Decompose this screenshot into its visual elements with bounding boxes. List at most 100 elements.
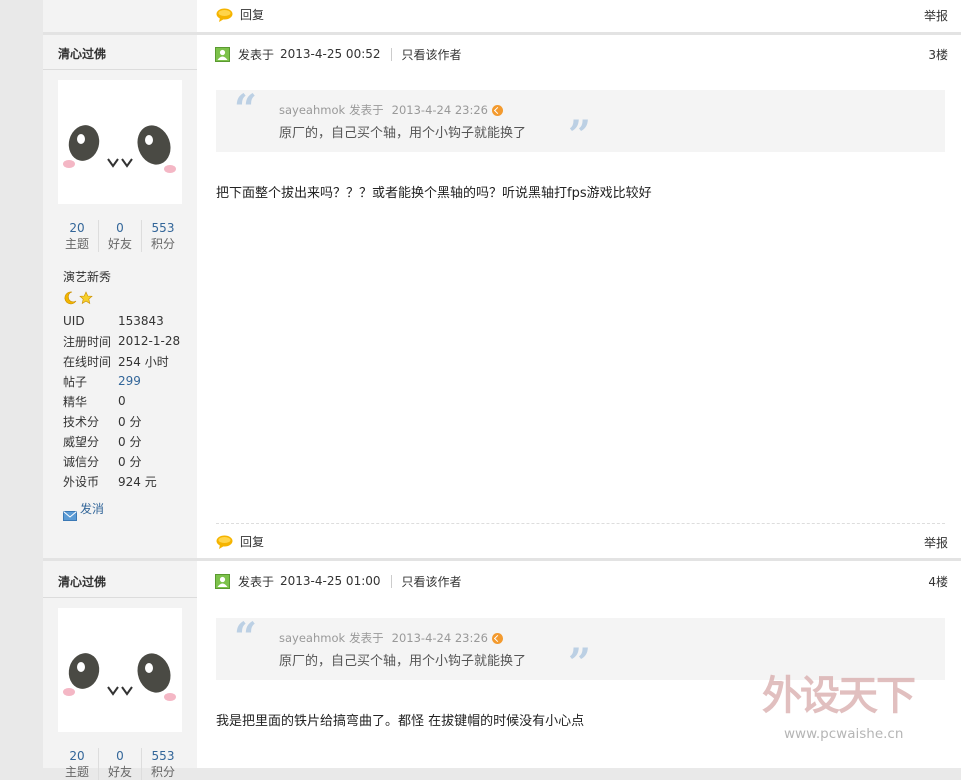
- author-name[interactable]: 清心过佛: [58, 45, 106, 62]
- stat-friends[interactable]: 0 好友: [98, 748, 141, 780]
- post-body: 我是把里面的铁片给搞弯曲了。都怪 在拔键帽的时候没有小心点: [216, 714, 585, 729]
- stat-topics-label: 主题: [64, 765, 89, 779]
- posted-label: 发表于: [238, 47, 275, 62]
- envelope-icon: [63, 511, 77, 521]
- stat-points[interactable]: 553 积分: [141, 220, 184, 252]
- info-posts-link[interactable]: 299: [118, 374, 141, 388]
- quote-meta: sayeahmok 发表于 2013-4-24 23:26: [279, 630, 503, 646]
- header-divider: [390, 47, 392, 61]
- author-divider: [43, 69, 197, 70]
- avatar-face-icon: [63, 125, 176, 173]
- info-credit: 诚信分 0 分: [63, 451, 188, 471]
- info-coins: 外设币 924 元: [63, 471, 188, 491]
- rank-icons: [63, 291, 93, 305]
- watermark-logo-text: 外设天下: [762, 673, 916, 719]
- post-header: 发表于 2013-4-25 01:00 只看该作者 4楼: [215, 570, 948, 592]
- info-digest: 精华 0: [63, 391, 188, 411]
- info-key: 帖子: [63, 374, 88, 389]
- report-button[interactable]: 举报: [924, 7, 948, 24]
- avatar[interactable]: [58, 608, 182, 732]
- user-rank: 演艺新秀: [63, 270, 112, 284]
- site-watermark: 外设天下 www.pcwaishe.cn: [762, 672, 947, 752]
- post-content: 发表于 2013-4-25 00:52 只看该作者 3楼 “ sayeahmok…: [197, 35, 961, 558]
- author-stats: 20 主题 0 好友 553 积分: [56, 220, 184, 252]
- author-name[interactable]: 清心过佛: [58, 573, 106, 590]
- stat-friends-label: 好友: [107, 765, 132, 779]
- report-button[interactable]: 举报: [924, 534, 948, 551]
- stat-friends-count: 0: [116, 221, 124, 235]
- open-quote-icon: “: [234, 614, 258, 661]
- send-message-label: 发消: [80, 502, 105, 516]
- stat-topics[interactable]: 20 主题: [56, 220, 98, 252]
- moon-icon: [64, 291, 77, 305]
- info-key: 外设币: [63, 474, 100, 489]
- reply-label: 回复: [240, 8, 265, 22]
- stat-topics-count: 20: [69, 221, 85, 235]
- stat-topics-count: 20: [69, 749, 85, 763]
- posted-label: 发表于: [238, 574, 275, 589]
- info-value: 0: [118, 394, 126, 408]
- info-key: 技术分: [63, 414, 100, 429]
- quote-posted-label: 发表于: [349, 631, 384, 645]
- quote-meta: sayeahmok 发表于 2013-4-24 23:26: [279, 102, 503, 118]
- info-value: 0 分: [118, 414, 142, 429]
- watermark-url: www.pcwaishe.cn: [784, 726, 904, 742]
- only-author-link[interactable]: 只看该作者: [402, 46, 462, 63]
- stat-topics[interactable]: 20 主题: [56, 748, 98, 780]
- stat-friends[interactable]: 0 好友: [98, 220, 141, 252]
- online-user-icon: [215, 46, 230, 62]
- quote-block: “ sayeahmok 发表于 2013-4-24 23:26 原厂的，自己买个…: [216, 86, 945, 156]
- info-key: 精华: [63, 394, 88, 409]
- star-icon: [79, 291, 93, 305]
- info-value: 254 小时: [118, 354, 169, 369]
- close-quote-icon: ”: [568, 640, 592, 687]
- reply-bubble-icon: [216, 8, 233, 22]
- info-tech-score: 技术分 0 分: [63, 411, 188, 431]
- post-header: 发表于 2013-4-25 00:52 只看该作者 3楼: [215, 43, 948, 65]
- author-info: UID 153843 注册时间 2012-1-28 在线时间 254 小时 帖子 299…: [63, 311, 188, 491]
- stat-points-count: 553: [151, 221, 175, 235]
- author-sidebar: 清心过佛 20 主题 0 好友 553: [43, 561, 197, 780]
- info-key: 在线时间: [63, 354, 112, 369]
- info-value: 0 分: [118, 434, 142, 449]
- info-uid: UID 153843: [63, 311, 188, 331]
- info-online-time: 在线时间 254 小时: [63, 351, 188, 371]
- info-prestige: 威望分 0 分: [63, 431, 188, 451]
- quote-time: 2013-4-24 23:26: [391, 631, 488, 645]
- stat-points-count: 553: [151, 749, 175, 763]
- author-sidebar: 清心过佛 20 主题 0 好友 553: [43, 35, 197, 558]
- floor-number[interactable]: 3楼: [928, 46, 948, 63]
- thread-page: 回复 举报 清心过佛 20 主题 0 好友 553 积分 演艺新秀 UID 15…: [43, 0, 961, 780]
- post-body: 把下面整个拔出来吗？？？或者能换个黑轴的吗？听说黑轴打fps游戏比较好: [216, 186, 652, 201]
- quote-text: 原厂的，自己买个轴，用个小钩子就能换了: [279, 126, 527, 141]
- stat-points[interactable]: 553 积分: [141, 748, 184, 780]
- stat-points-label: 积分: [150, 237, 175, 251]
- avatar[interactable]: [58, 80, 182, 204]
- info-key: UID: [63, 314, 85, 328]
- info-register-time: 注册时间 2012-1-28: [63, 331, 188, 351]
- info-value: 924 元: [118, 474, 157, 489]
- info-value: 0 分: [118, 454, 142, 469]
- stat-friends-label: 好友: [107, 237, 132, 251]
- info-value: 2012-1-28: [118, 334, 181, 348]
- floor-number[interactable]: 4楼: [928, 573, 948, 590]
- quote-block: “ sayeahmok 发表于 2013-4-24 23:26 原厂的，自己买个…: [216, 614, 945, 684]
- info-key: 诚信分: [63, 454, 100, 469]
- prev-post-footer: 回复 举报: [197, 0, 961, 32]
- quote-time: 2013-4-24 23:26: [391, 103, 488, 117]
- goto-quoted-post-icon[interactable]: [491, 104, 503, 116]
- reply-button[interactable]: 回复: [216, 6, 264, 23]
- author-divider: [43, 597, 197, 598]
- reply-label: 回复: [240, 535, 265, 549]
- info-posts: 帖子 299: [63, 371, 188, 391]
- stat-topics-label: 主题: [64, 237, 89, 251]
- goto-quoted-post-icon[interactable]: [491, 632, 503, 644]
- quote-user: sayeahmok: [279, 103, 346, 117]
- post-footer-divider: [216, 523, 945, 524]
- open-quote-icon: “: [234, 86, 258, 133]
- only-author-link[interactable]: 只看该作者: [402, 573, 462, 590]
- send-message-link[interactable]: 发消: [63, 500, 105, 521]
- quote-text: 原厂的，自己买个轴，用个小钩子就能换了: [279, 654, 527, 669]
- info-value: 153843: [118, 314, 164, 328]
- reply-button[interactable]: 回复: [216, 533, 264, 550]
